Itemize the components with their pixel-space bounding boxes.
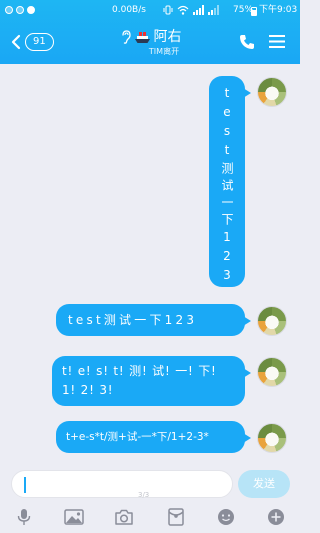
input-bar: 发送 3/3 <box>0 462 300 533</box>
vibrate-icon <box>163 5 173 15</box>
ear-icon <box>121 30 131 44</box>
camera-icon <box>115 509 133 525</box>
back-chevron-icon <box>11 34 21 50</box>
signal-2-icon <box>208 5 219 15</box>
avatar[interactable] <box>257 423 287 453</box>
voice-button[interactable] <box>13 506 35 528</box>
avatar[interactable] <box>257 306 287 336</box>
chat-area[interactable]: test测试一下123 test测试一下123 t! e! s! t! 测! 试… <box>0 64 300 462</box>
notification-icons <box>5 6 35 14</box>
status-icons <box>163 5 219 15</box>
header: 0.00B/s 75% 下午9:03 91 阿右 TIM离开 <box>0 0 300 64</box>
battery-icon <box>251 7 257 16</box>
message-input[interactable] <box>11 470 233 498</box>
message-bubble[interactable]: t! e! s! t! 测! 试! 一! 下! 1! 2! 3! <box>52 356 251 406</box>
unread-count-badge: 91 <box>25 33 54 51</box>
avatar[interactable] <box>257 357 287 387</box>
mic-icon <box>17 509 31 525</box>
plus-icon <box>268 509 284 525</box>
red-packet-button[interactable] <box>165 506 187 528</box>
more-button[interactable] <box>265 506 287 528</box>
contact-status: TIM离开 <box>148 47 180 56</box>
battery-percent: 75% <box>233 5 254 15</box>
camera-button[interactable] <box>113 506 135 528</box>
phone-icon[interactable] <box>238 33 256 51</box>
emoji-button[interactable] <box>215 506 237 528</box>
image-icon <box>64 509 84 525</box>
status-bar: 0.00B/s 75% 下午9:03 <box>0 0 300 21</box>
message-bubble[interactable]: test测试一下123 <box>209 76 251 287</box>
page-indicator: 3/3 <box>138 491 150 499</box>
red-packet-icon <box>168 508 184 526</box>
notification-dot-icon <box>27 6 35 14</box>
wifi-icon <box>177 5 189 15</box>
chat-title[interactable]: 阿右 TIM离开 <box>96 28 206 57</box>
message-bubble[interactable]: test测试一下123 <box>56 304 251 336</box>
message-bubble[interactable]: t+e-s*t/测+试-一*下/1+2-3* <box>56 421 251 453</box>
ship-icon <box>134 31 150 43</box>
clock: 下午9:03 <box>259 5 298 15</box>
avatar[interactable] <box>257 77 287 107</box>
input-toolbar <box>0 506 300 530</box>
notification-dot-icon <box>5 6 13 14</box>
text-caret <box>24 477 26 493</box>
net-speed: 0.00B/s <box>112 5 146 15</box>
title-bar: 91 阿右 TIM离开 <box>0 21 300 64</box>
back-button[interactable]: 91 <box>10 31 54 53</box>
menu-icon[interactable] <box>269 34 285 49</box>
emoji-icon <box>218 509 234 525</box>
contact-name: 阿右 <box>153 29 182 45</box>
notification-dot-icon <box>16 6 24 14</box>
image-button[interactable] <box>63 506 85 528</box>
signal-icon <box>193 5 204 15</box>
send-button[interactable]: 发送 <box>238 470 290 498</box>
